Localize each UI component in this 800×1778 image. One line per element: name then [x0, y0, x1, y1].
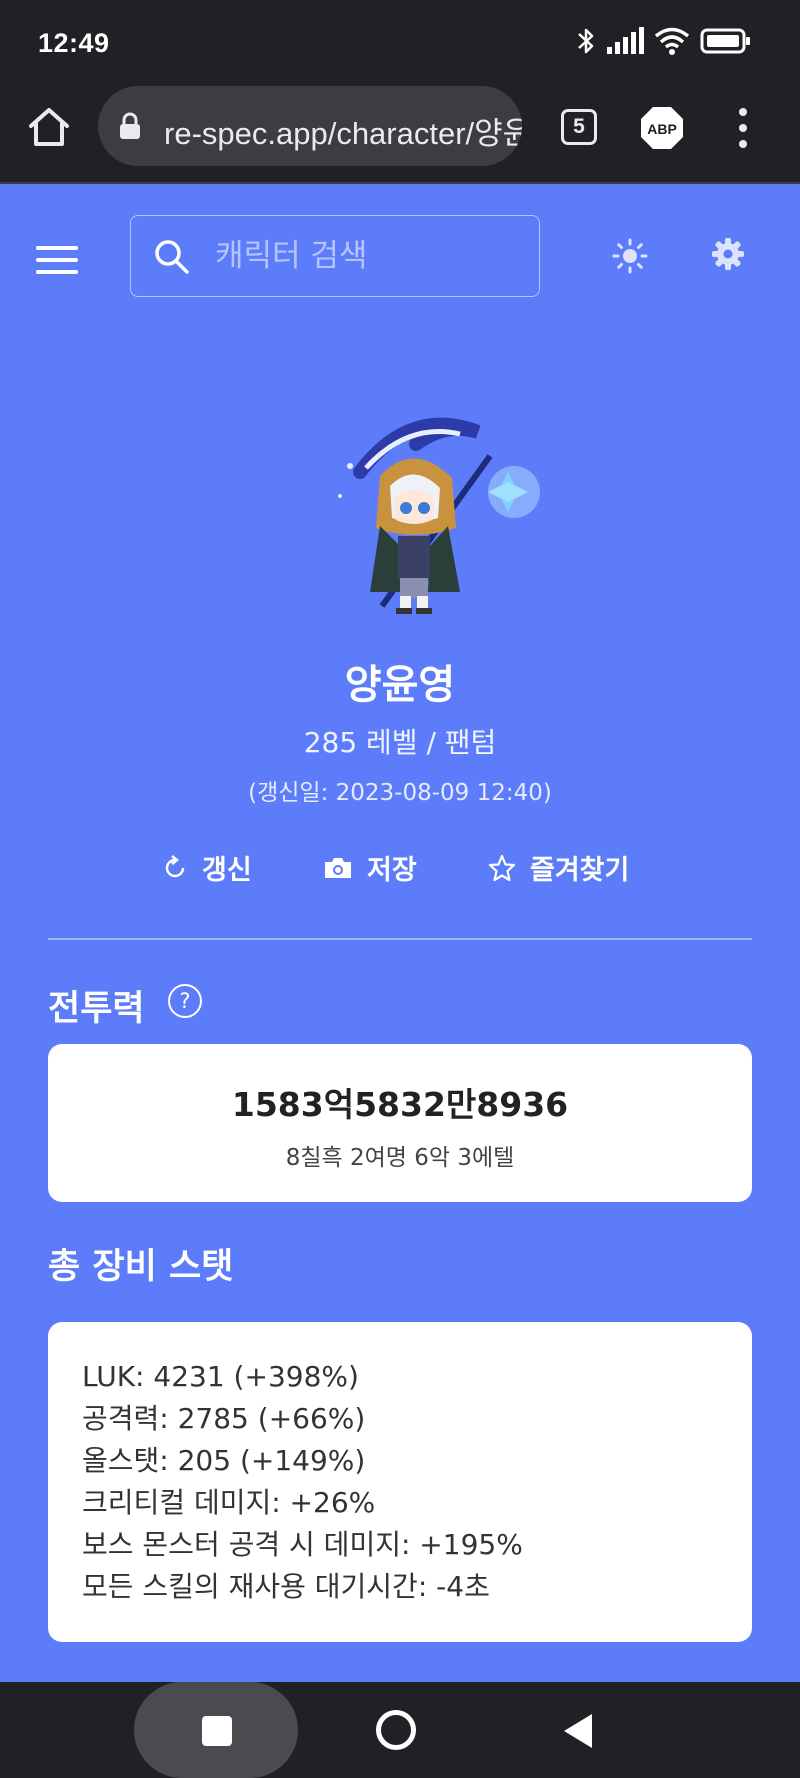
refresh-icon	[165, 854, 185, 877]
address-bar[interactable]: re-spec.app/character/양윤영	[98, 86, 522, 166]
power-card: 1583억5832만8936 8칠흑 2여명 6악 3에텔	[48, 1044, 752, 1202]
favorite-button[interactable]: 즐겨찾기	[488, 848, 629, 887]
character-actions: 갱신 저장 즐겨찾기	[0, 848, 800, 892]
url-text: re-spec.app/character/양윤영	[164, 116, 522, 151]
refresh-button[interactable]: 갱신	[162, 848, 252, 887]
character-avatar	[338, 417, 540, 614]
gear-icon[interactable]	[712, 238, 744, 270]
stat-line: 크리티컬 데미지: +26%	[82, 1486, 376, 1519]
stat-line: 보스 몬스터 공격 시 데미지: +195%	[82, 1528, 523, 1561]
stat-line: 올스탯: 205 (+149%)	[82, 1444, 366, 1477]
star-icon	[488, 854, 516, 881]
bluetooth-icon	[578, 28, 594, 54]
tab-switcher-button[interactable]: 5	[561, 109, 597, 145]
menu-dot	[739, 108, 747, 116]
stats-section-title: 총 장비 스탯	[48, 1247, 234, 1287]
help-icon[interactable]: ?	[168, 984, 202, 1018]
status-bar: 12:49	[0, 0, 800, 86]
character-updated-time: (갱신일: 2023-08-09 12:40)	[248, 780, 552, 806]
menu-icon[interactable]	[36, 246, 78, 274]
svg-text:ABP: ABP	[647, 121, 677, 137]
save-label: 저장	[367, 855, 417, 886]
signal-icon	[607, 27, 644, 54]
search-input[interactable]	[215, 236, 515, 276]
wifi-icon	[654, 27, 690, 55]
lock-icon	[120, 112, 140, 139]
page-content: 양윤영 285 레벨 / 팬텀 (갱신일: 2023-08-09 12:40) …	[0, 184, 800, 1682]
search-icon	[155, 240, 189, 274]
character-level-job: 285 레벨 / 팬텀	[303, 726, 497, 759]
home-nav-button[interactable]	[376, 1710, 416, 1750]
stat-line: LUK: 4231 (+398%)	[82, 1360, 359, 1393]
menu-dot	[739, 140, 747, 148]
browser-menu-button[interactable]	[736, 108, 750, 148]
stat-line: 모든 스킬의 재사용 대기시간: -4초	[82, 1570, 490, 1603]
back-icon[interactable]	[562, 1712, 596, 1750]
status-icons	[576, 26, 752, 56]
system-nav-bar	[0, 1682, 800, 1778]
battery-icon	[700, 28, 750, 54]
save-button[interactable]: 저장	[323, 848, 417, 887]
menu-dot	[739, 124, 747, 132]
refresh-label: 갱신	[202, 855, 252, 886]
recent-apps-icon	[202, 1716, 232, 1746]
camera-icon	[325, 857, 351, 878]
favorite-label: 즐겨찾기	[530, 855, 630, 886]
browser-toolbar: re-spec.app/character/양윤영 5 ABP	[0, 86, 800, 184]
sun-icon[interactable]	[612, 238, 648, 274]
adblock-icon[interactable]: ABP	[640, 106, 684, 150]
character-name: 양윤영	[344, 662, 456, 708]
power-section-title: 전투력	[48, 989, 145, 1029]
power-value: 1583억5832만8936	[231, 1085, 569, 1124]
power-tier: 8칠흑 2여명 6악 3에텔	[285, 1145, 515, 1171]
divider	[48, 938, 752, 940]
home-icon[interactable]	[26, 104, 72, 150]
stat-line: 공격력: 2785 (+66%)	[82, 1402, 366, 1435]
search-box[interactable]	[130, 215, 540, 297]
status-time: 12:49	[38, 28, 110, 58]
stats-card: LUK: 4231 (+398%) 공격력: 2785 (+66%) 올스탯: …	[48, 1322, 752, 1642]
